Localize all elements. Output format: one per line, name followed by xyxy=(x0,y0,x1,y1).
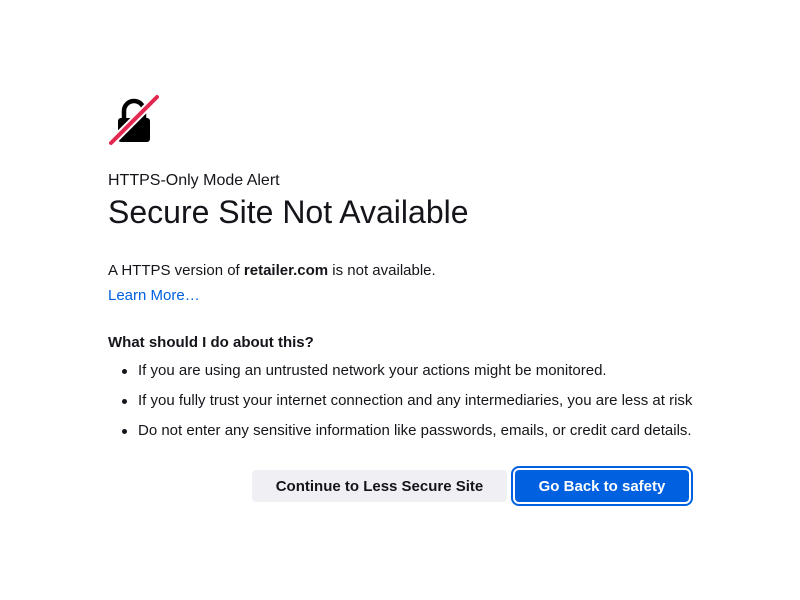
bullet-icon xyxy=(122,399,127,404)
list-item: If you are using an untrusted network yo… xyxy=(108,362,708,392)
page-title: Secure Site Not Available xyxy=(108,194,469,230)
alert-label: HTTPS-Only Mode Alert xyxy=(108,172,280,189)
description: A HTTPS version of retailer.com is not a… xyxy=(108,262,436,280)
continue-button[interactable]: Continue to Less Secure Site xyxy=(252,470,507,502)
go-back-button[interactable]: Go Back to safety xyxy=(515,470,689,502)
advice-heading: What should I do about this? xyxy=(108,334,314,351)
bullet-icon xyxy=(122,369,127,374)
learn-more-link[interactable]: Learn More… xyxy=(108,287,200,305)
list-item: If you fully trust your internet connect… xyxy=(108,392,708,422)
list-item-text: If you fully trust your internet connect… xyxy=(138,392,693,409)
bullet-icon xyxy=(122,429,127,434)
description-suffix: is not available. xyxy=(328,262,436,279)
list-item-text: Do not enter any sensitive information l… xyxy=(138,422,692,439)
lock-slash-icon xyxy=(108,94,160,146)
list-item: Do not enter any sensitive information l… xyxy=(108,422,708,452)
site-domain: retailer.com xyxy=(243,262,329,279)
list-item-text: If you are using an untrusted network yo… xyxy=(138,362,607,379)
button-row: Continue to Less Secure Site Go Back to … xyxy=(252,470,692,502)
advice-list: If you are using an untrusted network yo… xyxy=(108,362,708,452)
description-prefix: A HTTPS version of xyxy=(108,262,244,279)
